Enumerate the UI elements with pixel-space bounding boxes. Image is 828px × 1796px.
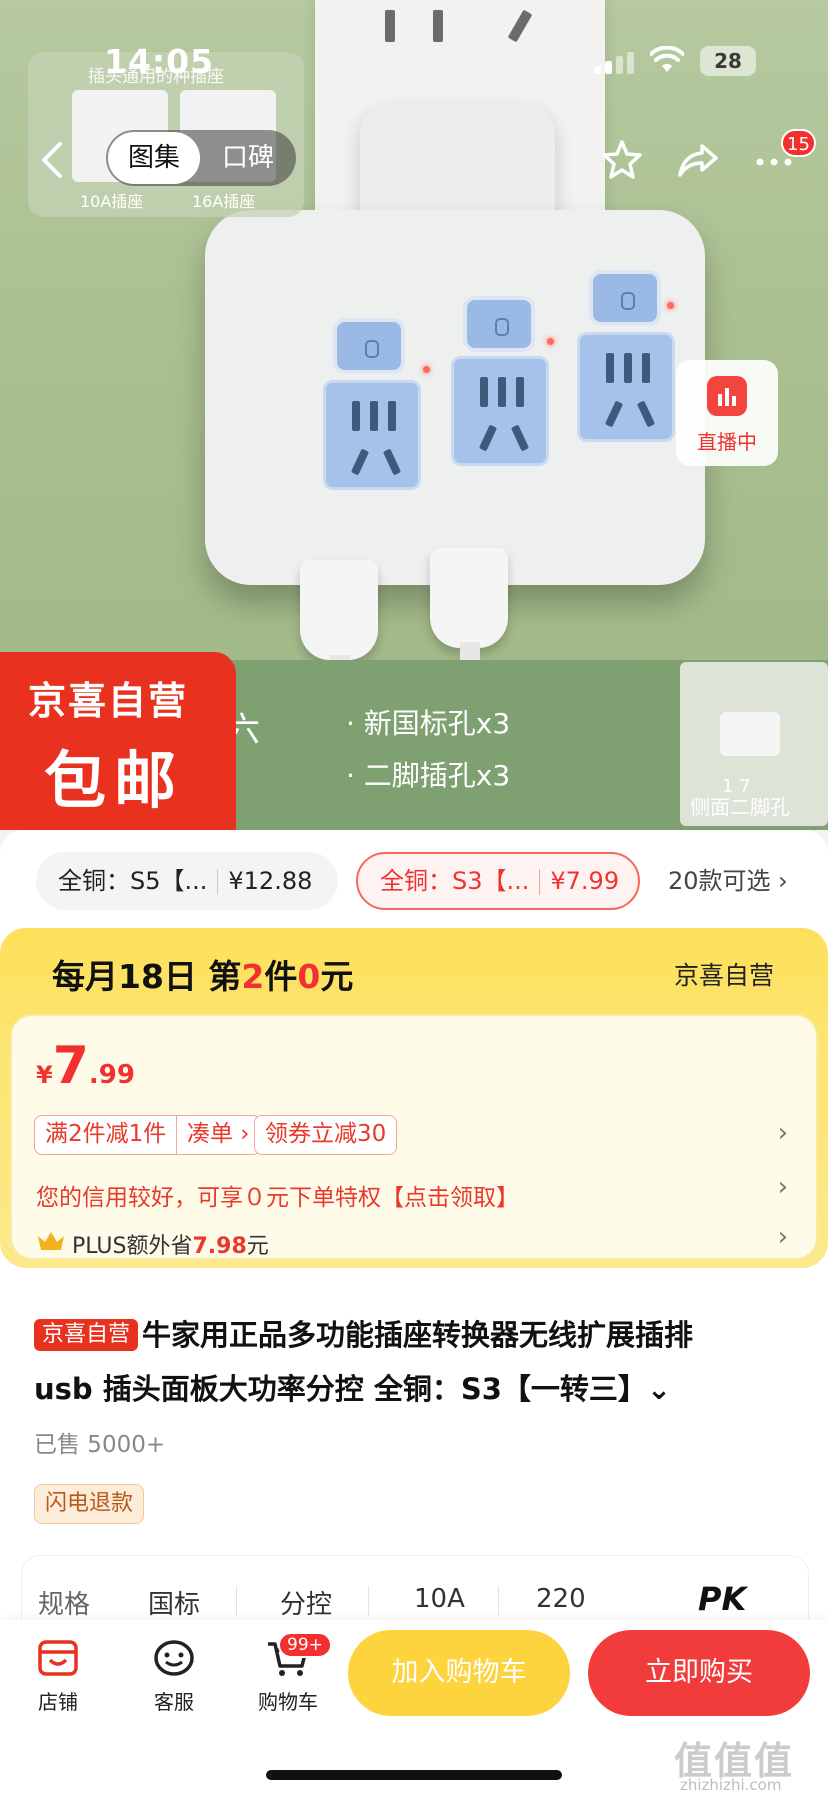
status-time: 14:05 <box>104 42 215 81</box>
coupon-tag[interactable]: 领券立减30 <box>254 1115 398 1155</box>
add-on-tag[interactable]: 凑单 › <box>176 1115 261 1155</box>
message-count-badge: 15 <box>781 129 816 157</box>
watermark-url: zhizhizhi.com <box>680 1776 782 1794</box>
tab-gallery[interactable]: 图集 <box>108 132 200 184</box>
store-label: 店铺 <box>38 1690 78 1714</box>
banner-line-1: · 新国标孔x3 <box>346 707 511 740</box>
price: ¥7.99 <box>36 1036 135 1096</box>
gallery-review-switcher: 图集 口碑 <box>106 130 296 186</box>
product-image-carousel[interactable]: 插头通用的种插座 10A插座 16A插座 六 · 新国标孔x3 · 二脚插孔x3… <box>0 0 828 830</box>
store-button[interactable]: 店铺 <box>8 1638 108 1715</box>
discount-tag[interactable]: 满2件减1件 <box>34 1115 178 1155</box>
sold-count: 已售 5000+ <box>34 1432 166 1458</box>
tab-reviews[interactable]: 口碑 <box>202 132 294 184</box>
promo-card: 每月18日 第2件0元 京喜自营 ¥7.99 满2件减1件 凑单 › 领券立减3… <box>0 928 828 1268</box>
add-to-cart-button[interactable]: 加入购物车 <box>348 1630 570 1716</box>
chevron-right-icon[interactable]: › <box>778 1172 788 1202</box>
service-button[interactable]: 客服 <box>124 1638 224 1715</box>
service-label: 客服 <box>154 1690 194 1714</box>
buy-now-button[interactable]: 立即购买 <box>588 1630 810 1716</box>
spec-value: 10A <box>414 1584 465 1614</box>
product-title: 京喜自营 牛家用正品多功能插座转换器无线扩展插排 <box>34 1314 804 1356</box>
badge-line-2: 包邮 <box>44 744 185 817</box>
product-title-line-2[interactable]: usb 插头面板大功率分控 全铜：S3【一转三】⌄ <box>34 1366 814 1408</box>
price-box: ¥7.99 满2件减1件 凑单 › 领券立减30 › 您的信用较好，可享０元下单… <box>10 1014 818 1260</box>
variant-price: ¥7.99 <box>550 867 620 895</box>
plus-savings: PLUS额外省7.98元 <box>72 1234 269 1259</box>
chevron-right-icon[interactable]: › <box>778 1118 788 1148</box>
variant-chip-s3[interactable]: 全铜：S3【... ¥7.99 <box>356 852 640 910</box>
cart-count-badge: 99+ <box>278 1632 332 1658</box>
banner-line-2: · 二脚插孔x3 <box>346 759 511 792</box>
spec-value: 分控 <box>280 1590 333 1620</box>
variant-price: ¥12.88 <box>228 867 313 895</box>
jingxi-free-shipping-badge: 京喜自营 包邮 <box>0 652 236 830</box>
battery-indicator: 28 <box>700 46 756 76</box>
variant-selector: 全铜：S5【... ¥12.88 全铜：S3【... ¥7.99 20款可选 › <box>0 852 828 910</box>
variant-chip-s5[interactable]: 全铜：S5【... ¥12.88 <box>36 852 338 910</box>
inset-label-16a: 16A插座 <box>192 192 256 211</box>
badge-line-1: 京喜自营 <box>28 679 189 723</box>
gallery-thumbnail[interactable]: 侧面二脚孔 <box>680 662 828 826</box>
more-variants-link[interactable]: 20款可选 › <box>668 852 788 910</box>
chevron-right-icon[interactable]: › <box>778 1222 788 1252</box>
customer-service-icon <box>152 1638 196 1678</box>
cellular-signal-icon <box>594 52 636 74</box>
flash-refund-tag: 闪电退款 <box>34 1484 145 1524</box>
power-adapter-image <box>205 210 705 585</box>
inset-label-10a: 10A插座 <box>80 192 144 211</box>
image-pager: 1 7 <box>722 776 751 797</box>
spec-value: 220 <box>536 1584 586 1614</box>
favorite-star-icon[interactable] <box>600 138 644 182</box>
home-indicator[interactable] <box>266 1770 562 1780</box>
live-label: 直播中 <box>697 430 757 454</box>
bottom-action-bar: 店铺 客服 购物车 99+ 加入购物车 立即购买 值值值 zhizhizhi.c… <box>0 1620 828 1796</box>
promo-title: 每月18日 第2件0元 <box>52 957 354 996</box>
promo-brand: 京喜自营 <box>673 961 774 990</box>
back-icon[interactable] <box>38 140 66 180</box>
wifi-icon <box>649 45 685 74</box>
live-icon <box>707 376 747 416</box>
pk-compare-button[interactable]: PK <box>698 1580 746 1618</box>
live-stream-button[interactable]: 直播中 <box>676 360 778 466</box>
spec-value: 国标 <box>148 1590 201 1620</box>
variant-name: 全铜：S3【... <box>380 867 530 895</box>
spec-head: 规格 <box>38 1590 91 1620</box>
cart-label: 购物车 <box>258 1690 318 1714</box>
share-icon[interactable] <box>676 138 720 182</box>
store-icon <box>36 1638 80 1678</box>
store-tag: 京喜自营 <box>34 1319 139 1351</box>
crown-icon <box>36 1230 66 1252</box>
credit-offer-text[interactable]: 您的信用较好，可享０元下单特权【点击领取】 <box>36 1178 519 1212</box>
variant-name: 全铜：S5【... <box>58 867 208 895</box>
